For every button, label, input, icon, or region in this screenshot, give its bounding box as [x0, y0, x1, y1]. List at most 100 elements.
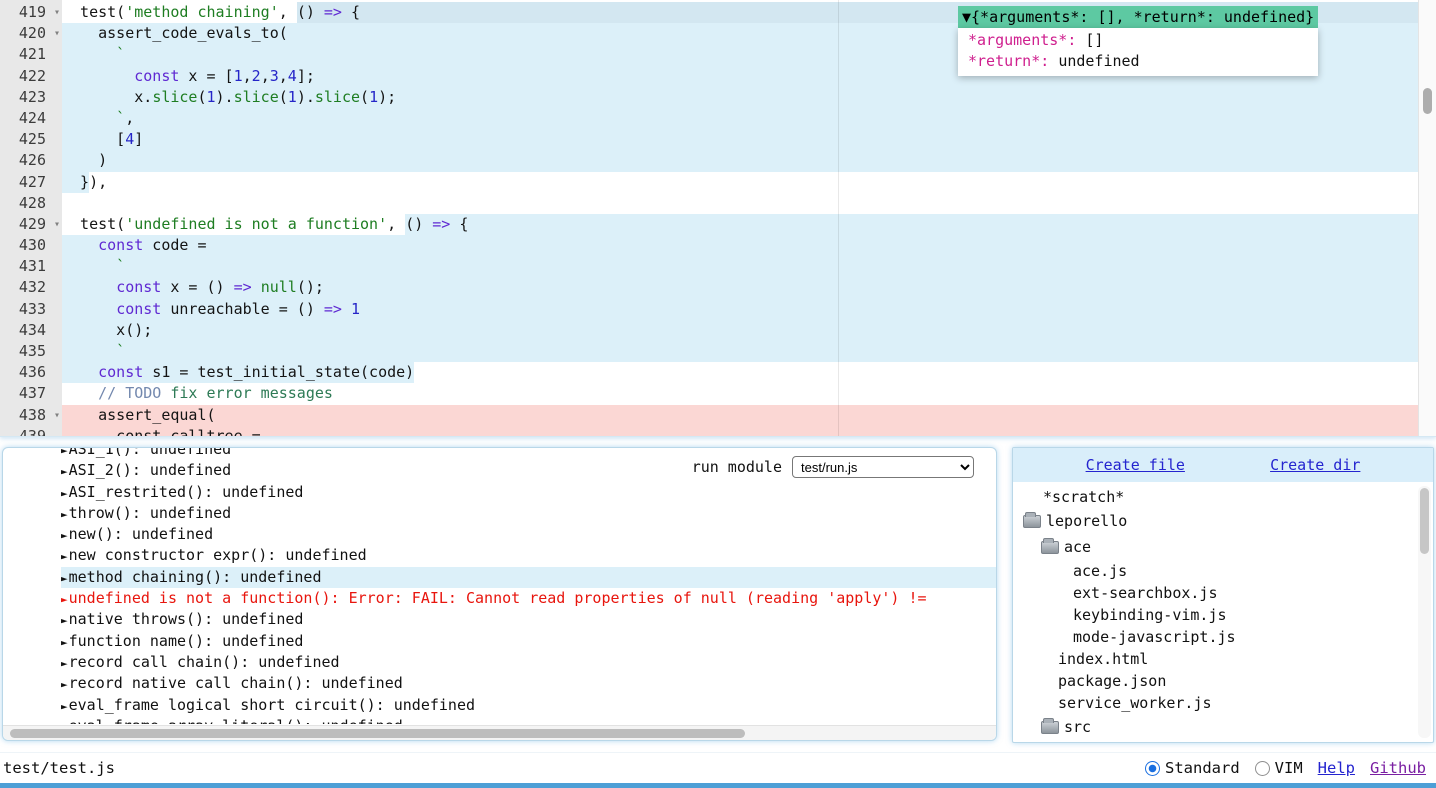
code-line-429[interactable]: test('undefined is not a function', () =…	[62, 214, 1418, 235]
test-result-item[interactable]: ►method chaining(): undefined	[61, 567, 996, 588]
file-tree[interactable]: *scratch*leporelloaceace.jsext-searchbox…	[1013, 484, 1417, 742]
tree-item-ace[interactable]: ace	[1013, 534, 1417, 560]
tree-item-mode-javascript-js[interactable]: mode-javascript.js	[1013, 626, 1417, 648]
folder-icon	[1041, 721, 1059, 734]
tree-item-ast-utils-js[interactable]: ast_utils.js	[1013, 740, 1417, 742]
fold-arrow-icon[interactable]: ▾	[54, 214, 60, 235]
tree-vertical-scrollbar[interactable]	[1418, 486, 1431, 738]
create-file-link[interactable]: Create file	[1086, 456, 1185, 474]
gutter-line-430: 430	[0, 235, 62, 256]
expand-arrow-icon[interactable]: ►	[61, 550, 68, 563]
print-margin-line	[838, 0, 839, 436]
editor-vertical-scrollbar[interactable]	[1418, 0, 1436, 436]
run-module-select[interactable]: test/run.js	[792, 456, 974, 478]
expand-arrow-icon[interactable]: ►	[61, 465, 68, 478]
code-line-435[interactable]: `	[62, 341, 1418, 362]
tooltip-arguments-value: []	[1085, 31, 1103, 49]
test-result-item[interactable]: ►record call chain(): undefined	[61, 652, 996, 673]
tree-item-label: ace.js	[1073, 560, 1127, 582]
run-module-control: run module test/run.js	[692, 456, 974, 478]
tree-scrollbar-thumb[interactable]	[1420, 488, 1429, 554]
file-panel-header: Create file Create dir	[1013, 448, 1433, 482]
expand-arrow-icon[interactable]: ►	[61, 572, 68, 585]
test-result-item[interactable]: ►ASI_restrited(): undefined	[61, 482, 996, 503]
test-result-item[interactable]: ►new constructor expr(): undefined	[61, 545, 996, 566]
expand-arrow-icon[interactable]: ►	[61, 508, 68, 521]
expand-arrow-icon[interactable]: ►	[61, 721, 68, 724]
keybinding-standard-option[interactable]: Standard	[1145, 759, 1240, 777]
tree-item-leporello[interactable]: leporello	[1013, 508, 1417, 534]
tree-item--scratch-[interactable]: *scratch*	[1013, 486, 1417, 508]
code-line-436[interactable]: const s1 = test_initial_state(code)	[62, 362, 1418, 383]
test-result-item[interactable]: ►undefined is not a function(): Error: F…	[61, 588, 996, 609]
fold-arrow-icon[interactable]: ▾	[54, 23, 60, 44]
gutter-line-439: 439	[0, 426, 62, 437]
tree-item-label: src	[1064, 714, 1091, 740]
expand-arrow-icon[interactable]: ►	[61, 678, 68, 691]
test-result-item[interactable]: ►native throws(): undefined	[61, 609, 996, 630]
test-results-list[interactable]: ►ASI_1(): undefined►ASI_2(): undefined►A…	[3, 448, 996, 724]
file-tree-panel: Create file Create dir *scratch*leporell…	[1012, 447, 1434, 743]
expand-arrow-icon[interactable]: ►	[61, 636, 68, 649]
standard-radio[interactable]	[1145, 761, 1160, 776]
help-link[interactable]: Help	[1318, 759, 1355, 777]
tree-item-ace-js[interactable]: ace.js	[1013, 560, 1417, 582]
code-line-431[interactable]: `	[62, 256, 1418, 277]
code-line-438[interactable]: assert_equal(	[62, 405, 1418, 426]
expand-arrow-icon[interactable]: ►	[61, 448, 68, 457]
code-line-428[interactable]	[62, 193, 1418, 214]
expand-arrow-icon[interactable]: ►	[61, 593, 68, 606]
tree-item-index-html[interactable]: index.html	[1013, 648, 1417, 670]
test-result-item[interactable]: ►function name(): undefined	[61, 631, 996, 652]
code-line-427[interactable]: }),	[62, 172, 1418, 193]
keybinding-vim-option[interactable]: VIM	[1255, 759, 1303, 777]
tree-item-label: service_worker.js	[1058, 692, 1212, 714]
code-line-434[interactable]: x();	[62, 320, 1418, 341]
folder-icon	[1041, 541, 1059, 554]
editor-scrollbar-thumb[interactable]	[1423, 88, 1432, 114]
code-line-425[interactable]: [4]	[62, 129, 1418, 150]
code-editor[interactable]: 419▾420▾421422423424425426427428429▾4304…	[0, 0, 1436, 437]
tree-item-label: leporello	[1046, 508, 1127, 534]
expand-arrow-icon[interactable]: ►	[61, 487, 68, 500]
test-result-item[interactable]: ►record native call chain(): undefined	[61, 673, 996, 694]
tree-item-service-worker-js[interactable]: service_worker.js	[1013, 692, 1417, 714]
code-line-439[interactable]: const calltree =	[62, 426, 1418, 437]
code-line-437[interactable]: // TODO fix error messages	[62, 383, 1418, 404]
log-horizontal-scrollbar[interactable]	[3, 725, 996, 740]
test-result-item[interactable]: ►throw(): undefined	[61, 503, 996, 524]
code-line-423[interactable]: x.slice(1).slice(1).slice(1);	[62, 87, 1418, 108]
tooltip-header[interactable]: ▼{*arguments*: [], *return*: undefined}	[958, 6, 1318, 28]
vim-radio[interactable]	[1255, 761, 1270, 776]
github-link[interactable]: Github	[1370, 759, 1426, 777]
fold-arrow-icon[interactable]: ▾	[54, 405, 60, 426]
gutter-line-428: 428	[0, 193, 62, 214]
gutter-line-432: 432	[0, 277, 62, 298]
test-result-item[interactable]: ►new(): undefined	[61, 524, 996, 545]
expand-arrow-icon[interactable]: ►	[61, 529, 68, 542]
code-line-433[interactable]: const unreachable = () => 1	[62, 299, 1418, 320]
tooltip-arguments-row[interactable]: *arguments*: []	[968, 30, 1308, 51]
standard-radio-label: Standard	[1165, 759, 1240, 777]
gutter-line-434: 434	[0, 320, 62, 341]
expand-arrow-icon[interactable]: ►	[61, 700, 68, 713]
tree-item-keybinding-vim-js[interactable]: keybinding-vim.js	[1013, 604, 1417, 626]
log-scrollbar-thumb[interactable]	[10, 729, 745, 738]
expand-arrow-icon[interactable]: ►	[61, 657, 68, 670]
fold-arrow-icon[interactable]: ▾	[54, 2, 60, 23]
tooltip-return-row[interactable]: *return*: undefined	[968, 51, 1308, 72]
tree-item-src[interactable]: src	[1013, 714, 1417, 740]
test-result-item[interactable]: ►eval_frame array_literal(): undefined	[61, 716, 996, 724]
code-line-424[interactable]: `,	[62, 108, 1418, 129]
gutter-line-438: 438▾	[0, 405, 62, 426]
vim-radio-label: VIM	[1275, 759, 1303, 777]
tree-item-ext-searchbox-js[interactable]: ext-searchbox.js	[1013, 582, 1417, 604]
code-line-432[interactable]: const x = () => null();	[62, 277, 1418, 298]
code-line-426[interactable]: )	[62, 150, 1418, 171]
test-result-item[interactable]: ►eval_frame logical short circuit(): und…	[61, 695, 996, 716]
tree-item-package-json[interactable]: package.json	[1013, 670, 1417, 692]
gutter-line-431: 431	[0, 256, 62, 277]
create-dir-link[interactable]: Create dir	[1270, 456, 1360, 474]
code-line-430[interactable]: const code =	[62, 235, 1418, 256]
expand-arrow-icon[interactable]: ►	[61, 614, 68, 627]
